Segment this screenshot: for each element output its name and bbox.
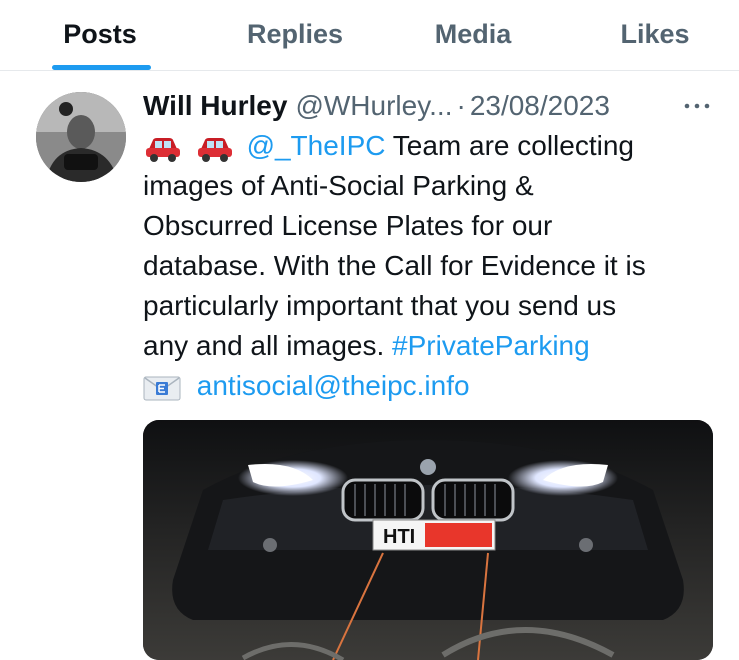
- post-line-5: particularly important that you send us: [143, 290, 617, 321]
- tab-likes-label: Likes: [620, 19, 690, 49]
- tab-media[interactable]: Media: [413, 0, 533, 69]
- avatar-photo: [36, 92, 126, 182]
- post-text: @_TheIPC Team are collecting images of A…: [143, 126, 723, 406]
- hashtag-link[interactable]: #PrivateParking: [392, 330, 590, 361]
- tab-replies-label: Replies: [246, 19, 344, 49]
- active-tab-indicator: [52, 65, 151, 70]
- post-header: Will Hurley @WHurley... · 23/08/2023: [143, 88, 610, 124]
- more-horizontal-icon: [684, 103, 710, 109]
- tab-posts[interactable]: Posts: [40, 0, 160, 69]
- header-separator: ·: [456, 90, 466, 121]
- post-line-1-text: Team are collecting: [385, 130, 634, 161]
- post-line-2: images of Anti-Social Parking &: [143, 170, 534, 201]
- tab-replies[interactable]: Replies: [225, 0, 365, 69]
- car-photo: HTI: [143, 420, 713, 660]
- post-line-4: database. With the Call for Evidence it …: [143, 250, 646, 281]
- author-handle[interactable]: @WHurley...: [295, 90, 452, 122]
- profile-tab-bar: Posts Replies Media Likes: [0, 0, 739, 71]
- post-line-6-text: any and all images.: [143, 330, 393, 361]
- post-line-6: any and all images. #PrivateParking: [143, 326, 723, 366]
- plate-redaction: [425, 523, 492, 547]
- mention-link[interactable]: @_TheIPC: [247, 130, 386, 161]
- more-options-button[interactable]: [682, 92, 712, 120]
- red-car-emoji-icon: [197, 137, 232, 162]
- email-link[interactable]: antisocial@theipc.info: [197, 370, 470, 401]
- red-car-emoji-icon: [146, 137, 180, 162]
- plate-visible-text: HTI: [383, 526, 415, 548]
- post-line-3: Obscurred License Plates for our: [143, 210, 553, 241]
- post-line-1: @_TheIPC Team are collecting: [143, 126, 723, 166]
- author-avatar[interactable]: [36, 92, 126, 182]
- tab-posts-label: Posts: [63, 19, 137, 49]
- envelope-emoji-icon: [143, 376, 181, 401]
- author-name[interactable]: Will Hurley: [143, 90, 287, 122]
- tab-likes[interactable]: Likes: [600, 0, 710, 69]
- post-line-7: antisocial@theipc.info: [143, 366, 723, 406]
- post-date[interactable]: 23/08/2023: [470, 90, 610, 122]
- tab-media-label: Media: [434, 19, 512, 49]
- post-media-image[interactable]: HTI: [143, 420, 713, 660]
